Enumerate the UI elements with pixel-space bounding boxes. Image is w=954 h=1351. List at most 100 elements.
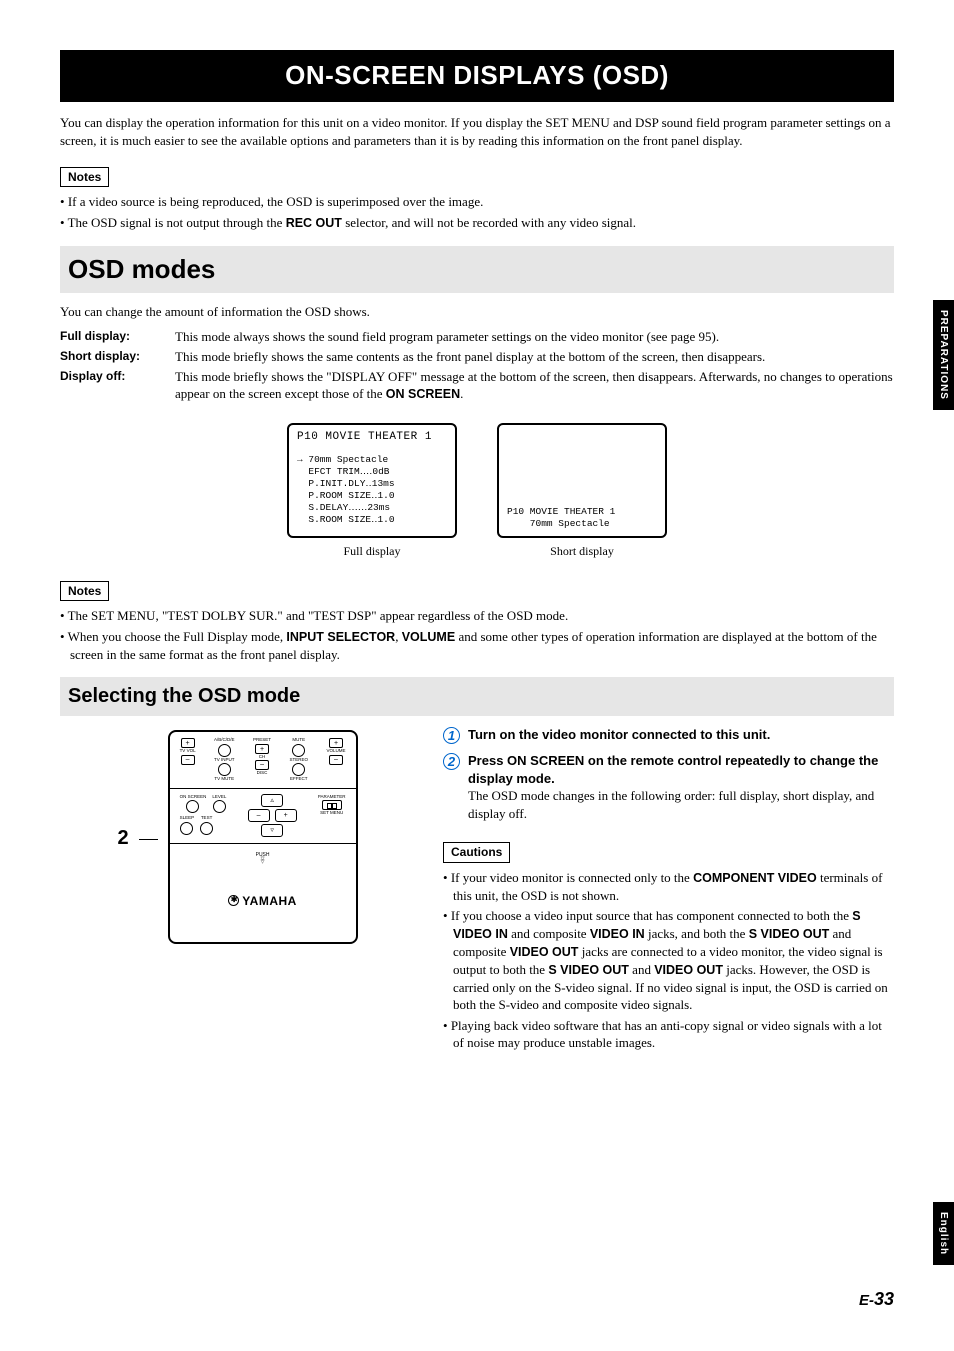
remote-label: TV VOL <box>180 749 196 754</box>
remote-label: TV MUTE <box>214 777 234 782</box>
section-heading-selecting: Selecting the OSD mode <box>60 677 894 716</box>
remote-label: EFFECT <box>290 777 308 782</box>
remote-sleep-group: SLEEP <box>180 816 195 835</box>
step-1-title: Turn on the video monitor connected to t… <box>468 726 894 744</box>
remote-label: TV INPUT <box>214 758 235 763</box>
notes-heading-1: Notes <box>60 167 109 187</box>
def-term-off: Display off: <box>60 368 175 405</box>
text: When you choose the Full Display mode, <box>68 629 287 644</box>
osd-modes-definitions: Full display: This mode always shows the… <box>60 328 894 405</box>
remote-onscreen-group: ON SCREEN <box>180 795 207 814</box>
osd-short-display-box: P10 MOVIE THEATER 1 70mm Spectacle <box>497 423 667 538</box>
bold-text: ON SCREEN <box>386 387 460 401</box>
remote-dpad: ▵ – + ▿ <box>232 795 312 837</box>
text: selector, and will not be recorded with … <box>342 215 636 230</box>
bold-text: VIDEO IN <box>590 927 645 941</box>
page-number: E-33 <box>859 1287 894 1311</box>
remote-label: SLEEP <box>180 816 195 821</box>
caution-item: Playing back video software that has an … <box>443 1017 894 1052</box>
page-prefix: E- <box>859 1292 874 1309</box>
step-2-title: Press ON SCREEN on the remote control re… <box>468 752 894 787</box>
remote-label: A/B/C/D/E <box>214 738 235 743</box>
remote-test-group: TEST <box>200 816 213 835</box>
remote-up-button: ▵ <box>261 794 283 807</box>
step-1: 1 Turn on the video monitor connected to… <box>443 726 894 744</box>
remote-ch-minus: – <box>255 760 269 770</box>
remote-minus-dpad: – <box>248 809 270 822</box>
osd-full-caption: Full display <box>343 543 400 559</box>
osd-full-title: P10 MOVIE THEATER 1 <box>297 431 447 444</box>
brand-text: YAMAHA <box>242 894 297 908</box>
remote-level-group: LEVEL <box>212 795 226 814</box>
remote-control-diagram: + TV VOL – A/B/C/D/E TV INPUT TV MUTE PR… <box>168 730 358 944</box>
remote-label: CH <box>259 755 266 760</box>
side-tab-preparations: PREPARATIONS <box>933 300 954 410</box>
remote-push-indicator: PUSH▽▽ <box>180 854 346 865</box>
cautions-heading: Cautions <box>443 842 510 862</box>
caution-item: If your video monitor is connected only … <box>443 869 894 904</box>
remote-label: PUSH <box>256 852 270 858</box>
remote-label: LEVEL <box>212 795 226 800</box>
remote-label: SET MENU <box>320 811 343 816</box>
remote-mute-group: MUTE STEREO EFFECT <box>290 738 309 782</box>
remote-tvvol-group: + TV VOL – <box>180 738 196 765</box>
remote-minus-button: – <box>181 755 195 765</box>
def-desc-full: This mode always shows the sound field p… <box>175 328 894 348</box>
caution-item: If you choose a video input source that … <box>443 907 894 1014</box>
remote-label: PARAMETER <box>318 795 346 800</box>
remote-ch-plus: + <box>255 744 269 754</box>
remote-vol-plus: + <box>329 738 343 748</box>
remote-ch-group: PRESET + CH – DISC <box>253 738 271 776</box>
osd-full-body: → 70mm Spectacle EFCT TRIM‥‥0dB P.INIT.D… <box>297 454 447 525</box>
remote-preset-button <box>218 744 231 757</box>
note-item: The OSD signal is not output through the… <box>60 214 894 232</box>
def-term-short: Short display: <box>60 348 175 368</box>
remote-label: TEST <box>201 816 213 821</box>
page-title-banner: ON-SCREEN DISPLAYS (OSD) <box>60 50 894 102</box>
remote-mute-button <box>292 744 305 757</box>
remote-label: ON SCREEN <box>180 795 207 800</box>
remote-sleep-button <box>180 822 193 835</box>
step-number-icon: 1 <box>443 727 460 744</box>
osd-short-caption: Short display <box>550 543 614 559</box>
remote-brand: YAMAHA <box>180 893 346 909</box>
note-item: The SET MENU, "TEST DOLBY SUR." and "TES… <box>60 607 894 625</box>
text: and <box>629 962 654 977</box>
page-num-value: 33 <box>874 1289 894 1309</box>
remote-preset-group: A/B/C/D/E TV INPUT TV MUTE <box>214 738 235 782</box>
remote-tvmute-button <box>218 763 231 776</box>
bold-text: REC OUT <box>286 216 342 230</box>
text: The OSD signal is not output through the <box>68 215 286 230</box>
remote-vol-minus: – <box>329 755 343 765</box>
remote-plus-button: + <box>181 738 195 748</box>
note-item: When you choose the Full Display mode, I… <box>60 628 894 663</box>
remote-label: STEREO <box>290 758 309 763</box>
step-number-icon: 2 <box>443 753 460 770</box>
bold-text: INPUT SELECTOR <box>286 630 395 644</box>
remote-onscreen-button <box>186 800 199 813</box>
remote-parameter-icon <box>322 800 342 810</box>
bold-text: S VIDEO OUT <box>548 963 629 977</box>
remote-volume-group: + VOLUME – <box>327 738 346 765</box>
bold-text: COMPONENT VIDEO <box>693 871 817 885</box>
text: If you choose a video input source that … <box>451 908 852 923</box>
bold-text: S VIDEO OUT <box>749 927 830 941</box>
remote-label: VOLUME <box>327 749 346 754</box>
remote-parameter-group: PARAMETER SET MENU <box>318 795 346 816</box>
remote-diagram-column: 2 + TV VOL – A/B/C/D/E TV INPUT TV MUTE <box>60 726 415 1061</box>
yamaha-logo-icon <box>228 895 239 906</box>
callout-line <box>139 839 158 840</box>
text: and composite <box>508 926 590 941</box>
notes-list-1: If a video source is being reproduced, t… <box>60 193 894 231</box>
remote-label: MUTE <box>292 738 305 743</box>
section-heading-osd-modes: OSD modes <box>60 246 894 293</box>
intro-paragraph: You can display the operation informatio… <box>60 114 894 149</box>
osd-full-display-box: P10 MOVIE THEATER 1 → 70mm Spectacle EFC… <box>287 423 457 538</box>
text: jacks, and both the <box>645 926 749 941</box>
note-item: If a video source is being reproduced, t… <box>60 193 894 211</box>
remote-stereo-button <box>292 763 305 776</box>
section-lead: You can change the amount of information… <box>60 303 894 321</box>
step-2: 2 Press ON SCREEN on the remote control … <box>443 752 894 822</box>
step-2-desc: The OSD mode changes in the following or… <box>468 787 894 822</box>
notes-heading-2: Notes <box>60 581 109 601</box>
